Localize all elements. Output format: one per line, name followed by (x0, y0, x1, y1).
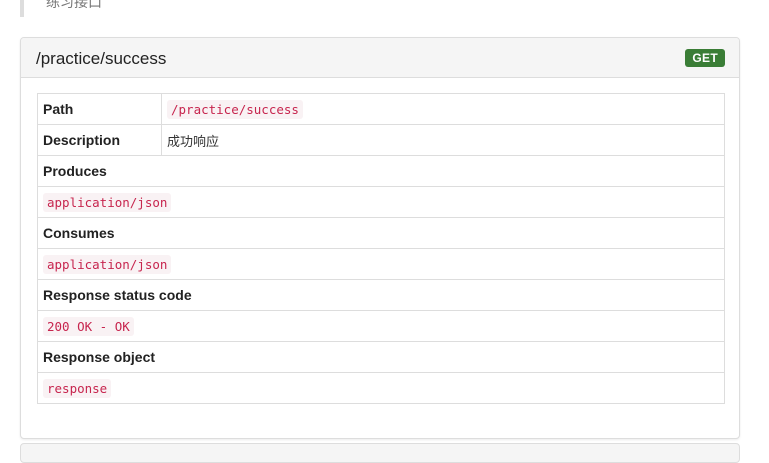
previous-section-text: 练习接口 (46, 0, 102, 10)
object-header-row: Response object (37, 341, 725, 373)
endpoint-panel: /practice/success GET Path /practice/suc… (20, 37, 740, 439)
path-row: Path /practice/success (37, 93, 725, 125)
object-label: Response object (37, 341, 725, 373)
path-label: Path (37, 93, 162, 125)
path-value-cell: /practice/success (161, 93, 725, 125)
consumes-value-cell: application/json (37, 248, 725, 280)
produces-value-cell: application/json (37, 186, 725, 218)
endpoint-detail-table: Path /practice/success Description 成功响应 … (37, 93, 725, 404)
consumes-value-row: application/json (37, 248, 725, 280)
consumes-header-row: Consumes (37, 217, 725, 249)
description-row: Description 成功响应 (37, 124, 725, 156)
object-value-cell: response (37, 372, 725, 404)
produces-label: Produces (37, 155, 725, 187)
status-value-row: 200 OK - OK (37, 310, 725, 342)
description-value: 成功响应 (161, 124, 725, 156)
endpoint-path-title: /practice/success (36, 49, 167, 68)
status-value-cell: 200 OK - OK (37, 310, 725, 342)
status-value: 200 OK - OK (43, 317, 134, 336)
status-header-row: Response status code (37, 279, 725, 311)
produces-value: application/json (43, 193, 172, 212)
produces-value-row: application/json (37, 186, 725, 218)
status-label: Response status code (37, 279, 725, 311)
produces-header-row: Produces (37, 155, 725, 187)
endpoint-panel-heading[interactable]: /practice/success GET (21, 38, 739, 78)
http-method-badge: GET (685, 49, 725, 67)
consumes-value: application/json (43, 255, 172, 274)
previous-section-fragment: 练习接口 (20, 0, 740, 17)
next-endpoint-panel[interactable] (20, 443, 740, 463)
description-label: Description (37, 124, 162, 156)
object-value-row: response (37, 372, 725, 404)
consumes-label: Consumes (37, 217, 725, 249)
object-value[interactable]: response (43, 379, 112, 398)
path-value: /practice/success (167, 100, 303, 119)
